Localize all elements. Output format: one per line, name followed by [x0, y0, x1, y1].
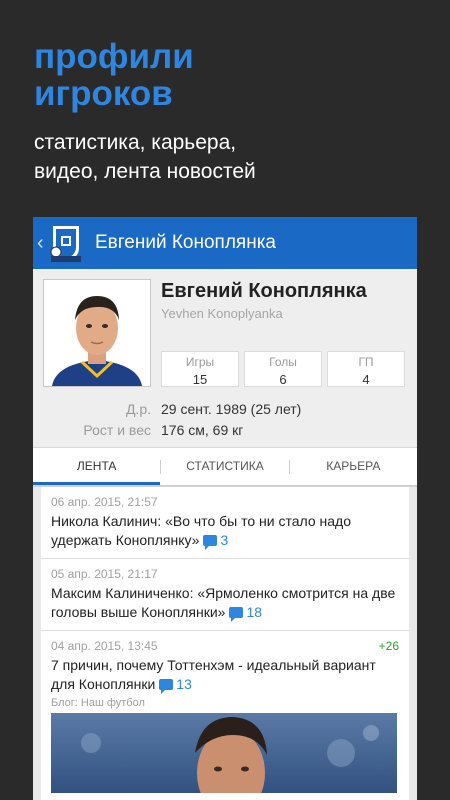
- news-item[interactable]: 05 апр. 2015, 21:17 Максим Калиниченко: …: [41, 559, 409, 631]
- stat-goals: Голы 6: [244, 351, 322, 387]
- chevron-left-icon[interactable]: ‹: [37, 233, 47, 253]
- player-photo: [43, 279, 151, 387]
- tab-career[interactable]: КАРЬЕРА: [290, 448, 417, 485]
- comment-count: 13: [176, 676, 192, 692]
- tab-feed[interactable]: ЛЕНТА: [33, 448, 161, 485]
- player-profile: Евгений Коноплянка Yevhen Konoplyanka Иг…: [33, 269, 417, 447]
- stat-value: 15: [192, 372, 208, 387]
- news-comments[interactable]: 3: [199, 532, 229, 550]
- dob-label: Д.р.: [125, 401, 151, 417]
- promo-subtitle-line-1: статистика, карьера,: [34, 131, 237, 154]
- stat-assists: ГП 4: [327, 351, 405, 387]
- news-image[interactable]: [51, 713, 399, 793]
- stat-label: Голы: [269, 355, 297, 369]
- stat-value: 4: [362, 372, 370, 387]
- dnipro-club-logo-icon[interactable]: [47, 222, 85, 264]
- promo-subtitle: статистика, карьера, видео, лента новост…: [34, 128, 434, 186]
- news-item[interactable]: 04 апр. 2015, 13:45 +26 7 причин, почему…: [41, 631, 409, 800]
- promo-title-line-1: профили: [34, 37, 194, 76]
- news-text: Максим Калиниченко: «Ярмоленко смотрится…: [51, 584, 399, 622]
- news-source: Блог: Наш футбол: [51, 697, 145, 709]
- app-bar-title: Евгений Коноплянка: [95, 232, 276, 253]
- news-date: 06 апр. 2015, 21:57: [51, 495, 158, 509]
- comment-icon: [203, 535, 218, 550]
- stat-value: 6: [279, 372, 287, 387]
- player-name: Евгений Коноплянка: [161, 280, 367, 302]
- size-label: Рост и вес: [83, 422, 151, 438]
- news-comments[interactable]: 18: [225, 604, 263, 622]
- stat-games: Игры 15: [161, 351, 239, 387]
- size-value: 176 см, 69 кг: [161, 422, 244, 438]
- news-item[interactable]: 06 апр. 2015, 21:57 Никола Калинич: «Во …: [41, 487, 409, 559]
- promo-block: профили игроков статистика, карьера, вид…: [34, 38, 434, 186]
- app-bar: ‹ Евгений Коноплянка: [33, 217, 417, 269]
- news-headline: 7 причин, почему Тоттенхэм - идеальный в…: [51, 657, 376, 692]
- comment-count: 18: [246, 604, 263, 620]
- news-headline: Максим Калиниченко: «Ярмоленко смотрится…: [51, 585, 396, 620]
- stat-label: Игры: [185, 355, 215, 369]
- promo-subtitle-line-2: видео, лента новостей: [34, 160, 256, 183]
- comment-count: 3: [220, 532, 229, 548]
- player-stats: Игры 15 Голы 6 ГП 4: [161, 351, 405, 387]
- stat-label: ГП: [358, 355, 374, 369]
- tab-statistics[interactable]: СТАТИСТИКА: [161, 448, 288, 485]
- comment-icon: [159, 679, 174, 694]
- promo-title: профили игроков: [34, 38, 434, 112]
- player-name-latin: Yevhen Konoplyanka: [161, 306, 283, 321]
- comment-icon: [229, 607, 244, 622]
- news-text: Никола Калинич: «Во что бы то ни стало н…: [51, 512, 399, 550]
- news-date: 05 апр. 2015, 21:17: [51, 567, 158, 581]
- news-comments[interactable]: 13: [155, 676, 192, 694]
- news-text: 7 причин, почему Тоттенхэм - идеальный в…: [51, 656, 399, 694]
- promo-title-line-2: игроков: [34, 74, 173, 113]
- dob-value: 29 сент. 1989 (25 лет): [161, 401, 302, 417]
- news-feed[interactable]: 06 апр. 2015, 21:57 Никола Калинич: «Во …: [33, 487, 417, 800]
- rating-delta: +26: [378, 639, 399, 653]
- tab-bar: ЛЕНТА СТАТИСТИКА КАРЬЕРА: [33, 447, 417, 485]
- app-screen: ‹ Евгений Коноплянка Евгений Коноплянка …: [33, 217, 417, 800]
- news-date: 04 апр. 2015, 13:45: [51, 639, 158, 653]
